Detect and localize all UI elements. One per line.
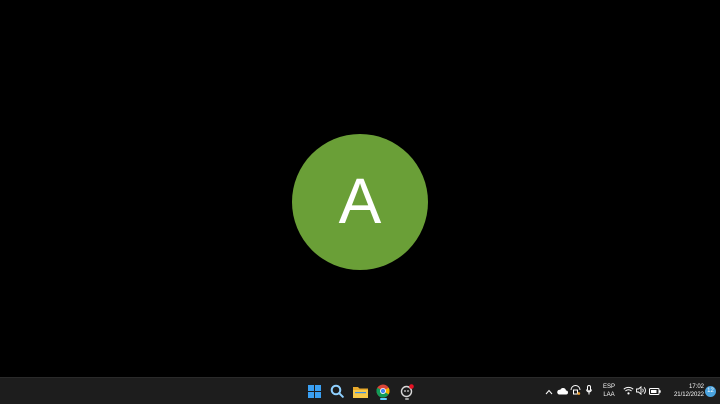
desktop: A	[0, 0, 720, 377]
clock[interactable]: 17:02 21/12/2022	[664, 383, 704, 399]
user-avatar: A	[292, 134, 428, 270]
language-code: ESP	[602, 384, 615, 390]
windows-logo-icon	[307, 384, 321, 398]
chevron-up-icon	[545, 382, 553, 400]
onedrive-tray[interactable]	[556, 385, 568, 397]
chrome-button[interactable]	[373, 381, 393, 401]
app-button[interactable]	[397, 381, 417, 401]
folder-icon	[352, 385, 368, 398]
microphone-tray[interactable]	[585, 385, 593, 397]
network-tray[interactable]	[623, 385, 634, 397]
battery-icon	[649, 382, 661, 400]
chrome-icon	[376, 384, 390, 398]
clock-date: 21/12/2022	[673, 392, 704, 398]
input-language[interactable]: ESP LAA	[599, 383, 619, 399]
vpn-icon	[570, 382, 581, 400]
avatar-initial: A	[338, 165, 382, 237]
running-indicator	[405, 398, 409, 400]
notification-badge[interactable]: 12	[705, 386, 716, 397]
microphone-icon	[586, 382, 592, 400]
taskbar: ESP LAA 17:02 21/12/2022 12	[0, 377, 720, 404]
notification-app-icon	[400, 384, 414, 398]
start-button[interactable]	[304, 381, 324, 401]
file-explorer-button[interactable]	[350, 381, 370, 401]
battery-tray[interactable]	[649, 385, 661, 397]
vpn-tray[interactable]	[570, 385, 581, 397]
volume-icon	[636, 382, 647, 400]
search-icon	[330, 384, 344, 398]
wifi-icon	[623, 382, 634, 400]
cloud-icon	[556, 382, 568, 400]
clock-time: 17:02	[688, 384, 704, 390]
search-button[interactable]	[327, 381, 347, 401]
active-indicator	[380, 398, 387, 400]
show-hidden-icons-button[interactable]	[544, 385, 553, 397]
volume-tray[interactable]	[636, 385, 647, 397]
keyboard-layout: LAA	[603, 392, 615, 398]
